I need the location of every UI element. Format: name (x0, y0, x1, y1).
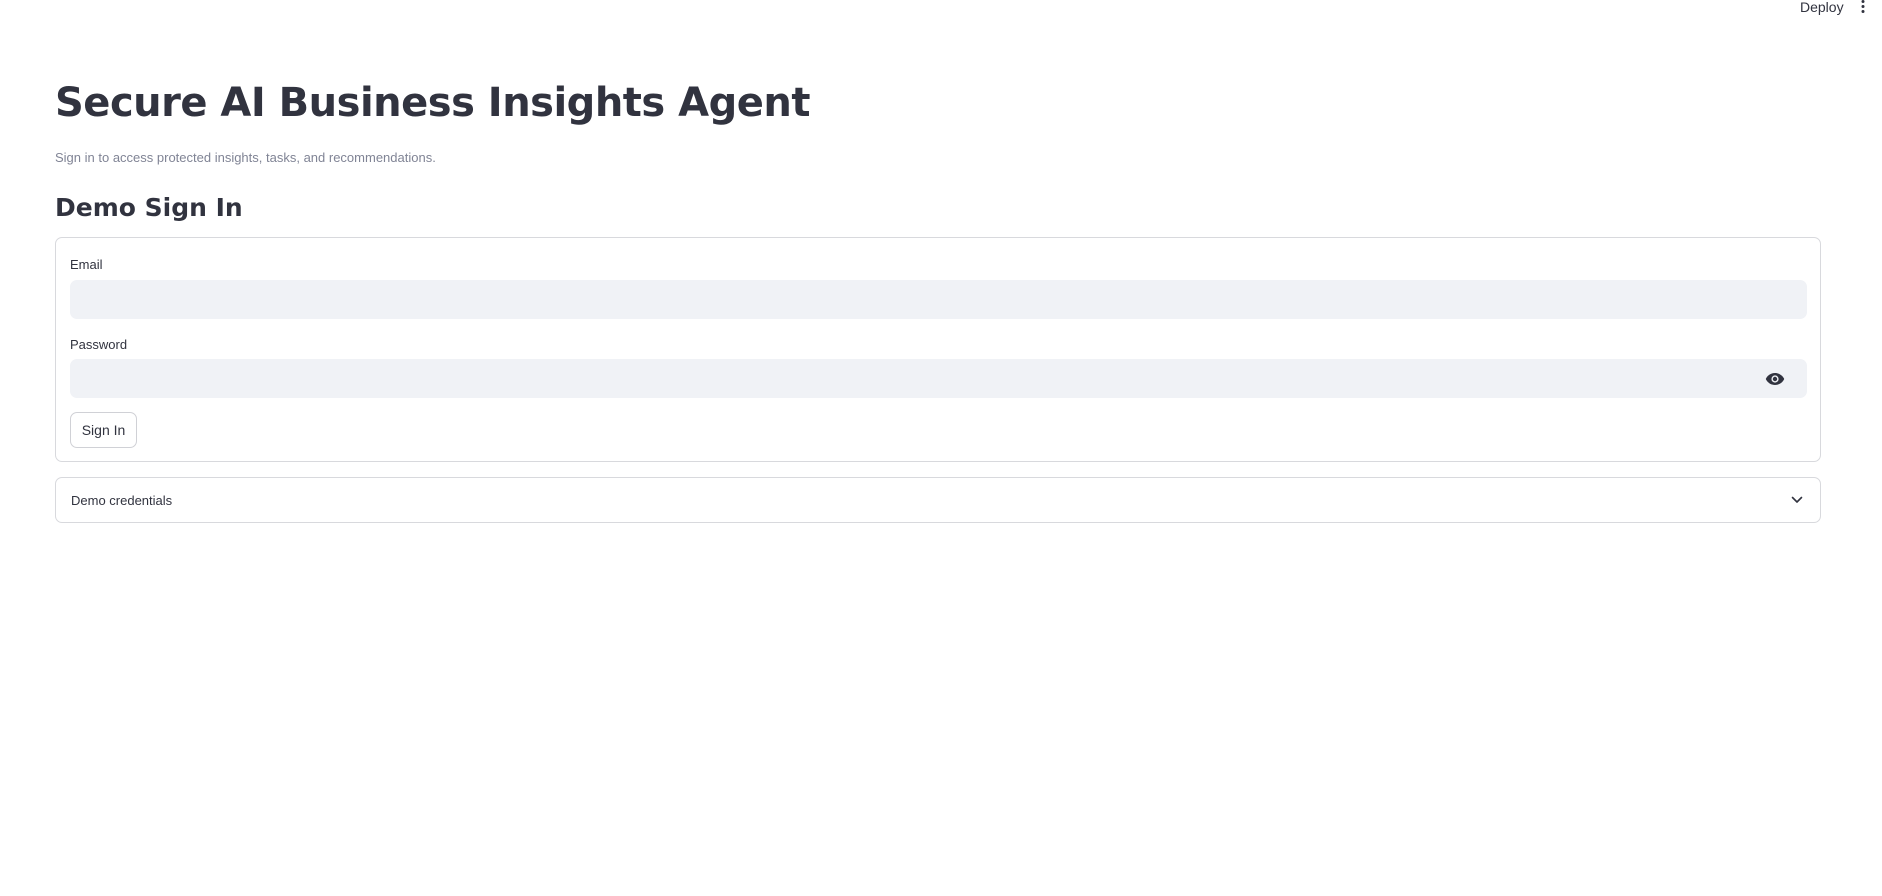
password-input[interactable] (70, 359, 1807, 398)
email-input[interactable] (70, 280, 1807, 319)
demo-credentials-expander[interactable]: Demo credentials (55, 477, 1821, 523)
signin-form: Email Password Sign In (55, 237, 1821, 462)
deploy-button[interactable]: Deploy (1800, 0, 1844, 14)
email-label: Email (70, 257, 103, 272)
show-password-button[interactable] (1765, 371, 1785, 387)
password-label: Password (70, 337, 128, 352)
page-subtitle: Sign in to access protected insights, ta… (55, 150, 436, 165)
signin-button[interactable]: Sign In (70, 412, 137, 448)
signin-heading: Demo Sign In (55, 193, 243, 222)
eye-icon (1765, 373, 1785, 385)
vertical-ellipsis-icon (1861, 0, 1865, 13)
app-page: Deploy Secure AI Business Insights Agent… (0, 0, 1882, 896)
main-menu-button[interactable] (1858, 0, 1868, 14)
chevron-down-icon (1791, 495, 1803, 505)
expander-label: Demo credentials (71, 493, 173, 508)
page-title: Secure AI Business Insights Agent (55, 80, 810, 126)
